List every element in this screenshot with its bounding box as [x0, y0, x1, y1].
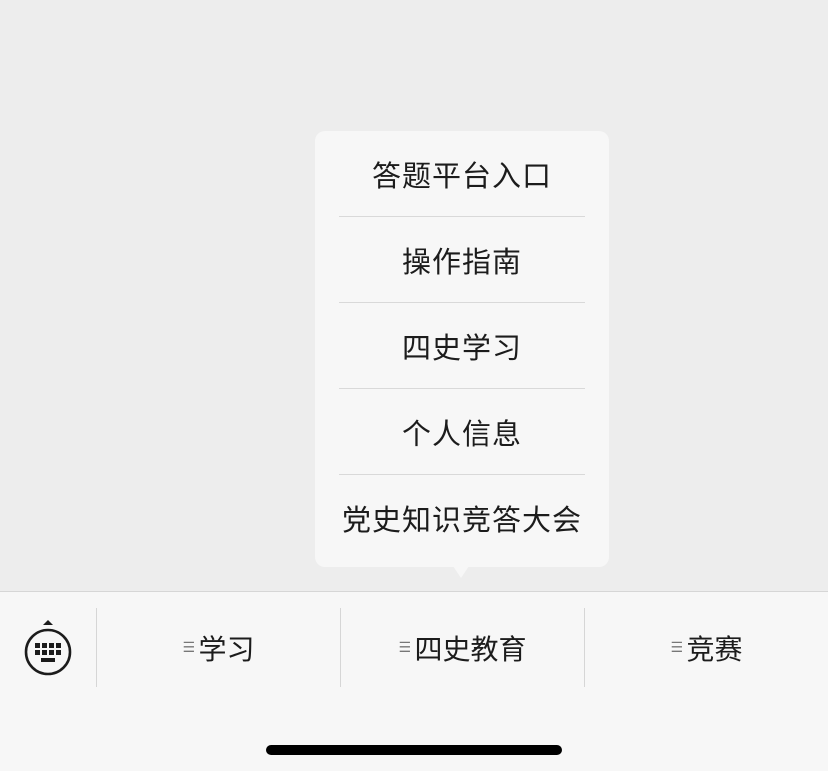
menu-item-label: 党史知识竞答大会	[341, 503, 582, 537]
keyboard-toggle-button[interactable]	[0, 608, 96, 687]
list-icon: ☰	[182, 639, 196, 656]
menu-item-four-histories[interactable]: 四史学习	[315, 303, 609, 389]
menu-item-party-history-quiz[interactable]: 党史知识竞答大会	[315, 475, 609, 561]
menu-tab-competition[interactable]: ☰ 竞赛	[585, 608, 828, 687]
list-icon: ☰	[398, 639, 412, 656]
menu-item-quiz-platform[interactable]: 答题平台入口	[315, 131, 609, 217]
menu-item-label: 答题平台入口	[371, 159, 552, 193]
menu-item-label: 个人信息	[401, 417, 522, 451]
menu-tab-label: 学习	[198, 632, 255, 666]
menu-item-label: 操作指南	[401, 245, 522, 279]
home-indicator[interactable]	[266, 745, 562, 755]
bottom-menu-bar: ☰ 学习 ☰ 四史教育 ☰ 竞赛	[0, 591, 828, 771]
menu-item-label: 四史学习	[401, 331, 522, 365]
keyboard-icon	[24, 619, 72, 675]
popup-arrow	[453, 566, 469, 578]
list-icon: ☰	[670, 639, 684, 656]
menu-item-personal-info[interactable]: 个人信息	[315, 389, 609, 475]
menu-tab-four-histories-education[interactable]: ☰ 四史教育	[341, 608, 584, 687]
popup-menu: 答题平台入口 操作指南 四史学习 个人信息 党史知识竞答大会	[315, 131, 609, 567]
menu-item-guide[interactable]: 操作指南	[315, 217, 609, 303]
menu-tab-label: 四史教育	[414, 632, 527, 666]
menu-tab-label: 竞赛	[686, 632, 743, 666]
menu-tab-study[interactable]: ☰ 学习	[97, 608, 340, 687]
